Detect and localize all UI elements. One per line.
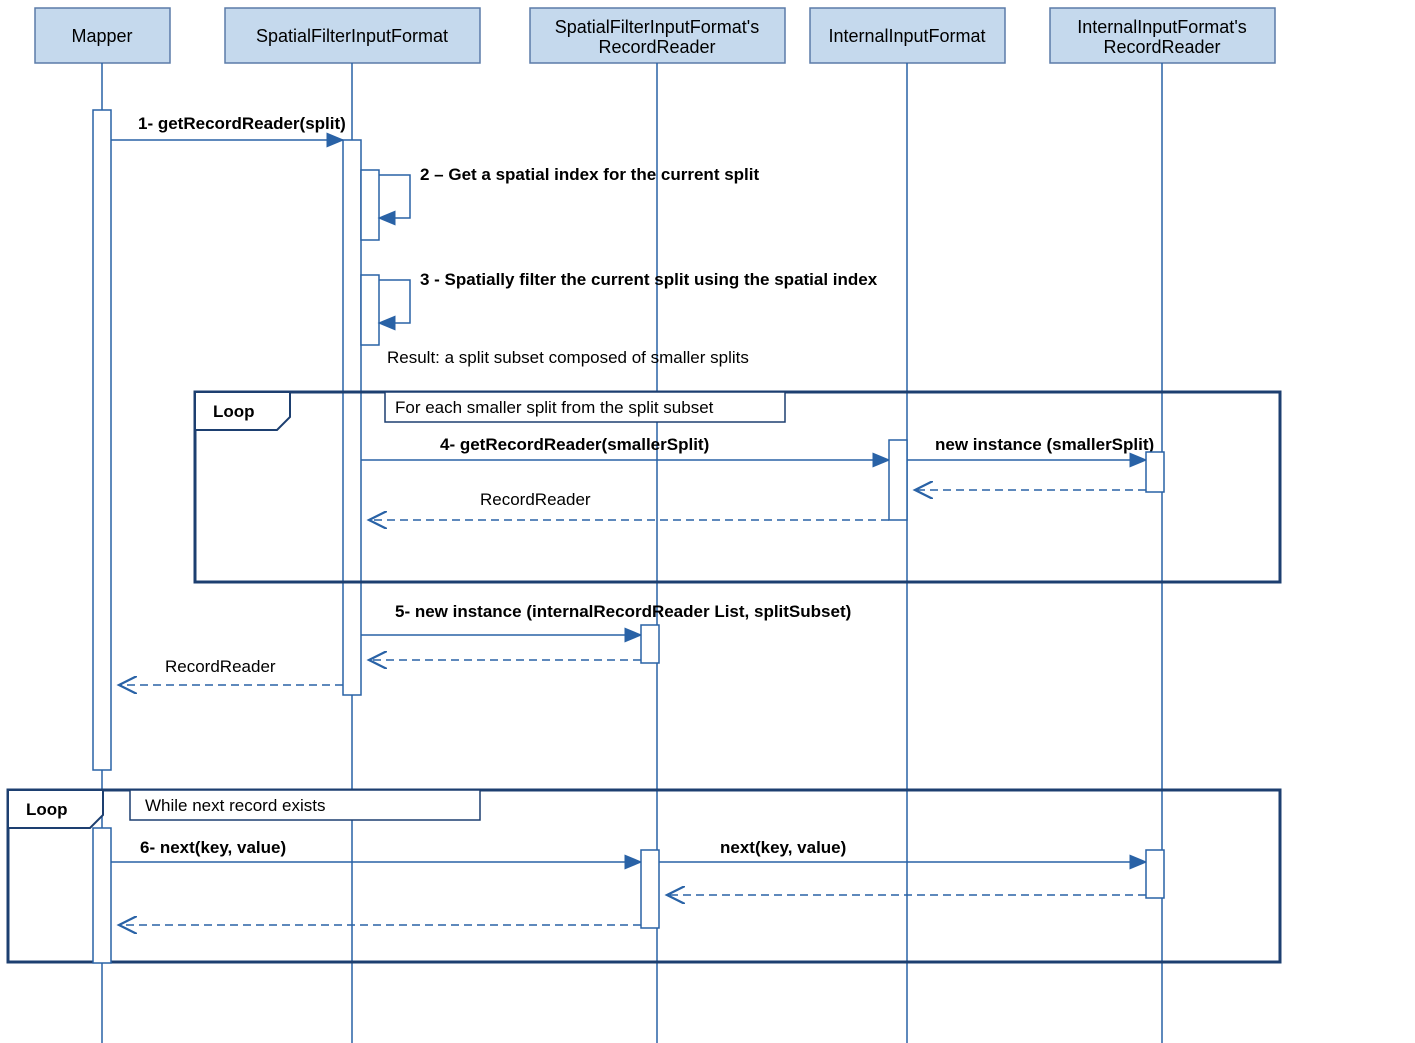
activation-iif-rr-new [1146, 452, 1164, 492]
msg4-label: 4- getRecordReader(smallerSplit) [440, 435, 709, 454]
activation-sfif [343, 140, 361, 695]
loop2-guard: While next record exists [145, 796, 325, 815]
activation-self2 [361, 170, 379, 240]
loop1-guard: For each smaller split from the split su… [395, 398, 714, 417]
participant-iif-label: InternalInputFormat [828, 26, 985, 46]
msg3-arrow [379, 280, 410, 323]
activation-mapper2 [93, 828, 111, 963]
participant-mapper-label: Mapper [71, 26, 132, 46]
participant-mapper: Mapper [35, 8, 170, 63]
msg3-result: Result: a split subset composed of small… [387, 348, 749, 367]
activation-sfif-rr-new [641, 625, 659, 663]
participant-sfif-rr-label2: RecordReader [598, 37, 715, 57]
msg5r-label: RecordReader [165, 657, 276, 676]
activation-iif-rr2 [1146, 850, 1164, 898]
activation-mapper [93, 110, 111, 770]
activation-self3 [361, 275, 379, 345]
participant-sfif-label: SpatialFilterInputFormat [256, 26, 448, 46]
participant-iif: InternalInputFormat [810, 8, 1005, 63]
activation-sfif-rr2 [641, 850, 659, 928]
participant-sfif-rr-label1: SpatialFilterInputFormat's [555, 17, 760, 37]
msg1-label: 1- getRecordReader(split) [138, 114, 346, 133]
participant-iif-rr-label2: RecordReader [1103, 37, 1220, 57]
activation-iif [889, 440, 907, 520]
loop1-label: Loop [213, 402, 255, 421]
msg2-label: 2 – Get a spatial index for the current … [420, 165, 759, 184]
participant-sfif-rr: SpatialFilterInputFormat's RecordReader [530, 8, 785, 63]
msg3-label: 3 - Spatially filter the current split u… [420, 270, 878, 289]
msg4r-label: RecordReader [480, 490, 591, 509]
participant-iif-rr-label1: InternalInputFormat's [1077, 17, 1247, 37]
participant-sfif: SpatialFilterInputFormat [225, 8, 480, 63]
msg6-label: 6- next(key, value) [140, 838, 286, 857]
msg2-arrow [379, 175, 410, 218]
msg4b-label: new instance (smallerSplit) [935, 435, 1154, 454]
loop2-label: Loop [26, 800, 68, 819]
msg6b-label: next(key, value) [720, 838, 846, 857]
participant-iif-rr: InternalInputFormat's RecordReader [1050, 8, 1275, 63]
msg5-label: 5- new instance (internalRecordReader Li… [395, 602, 851, 621]
